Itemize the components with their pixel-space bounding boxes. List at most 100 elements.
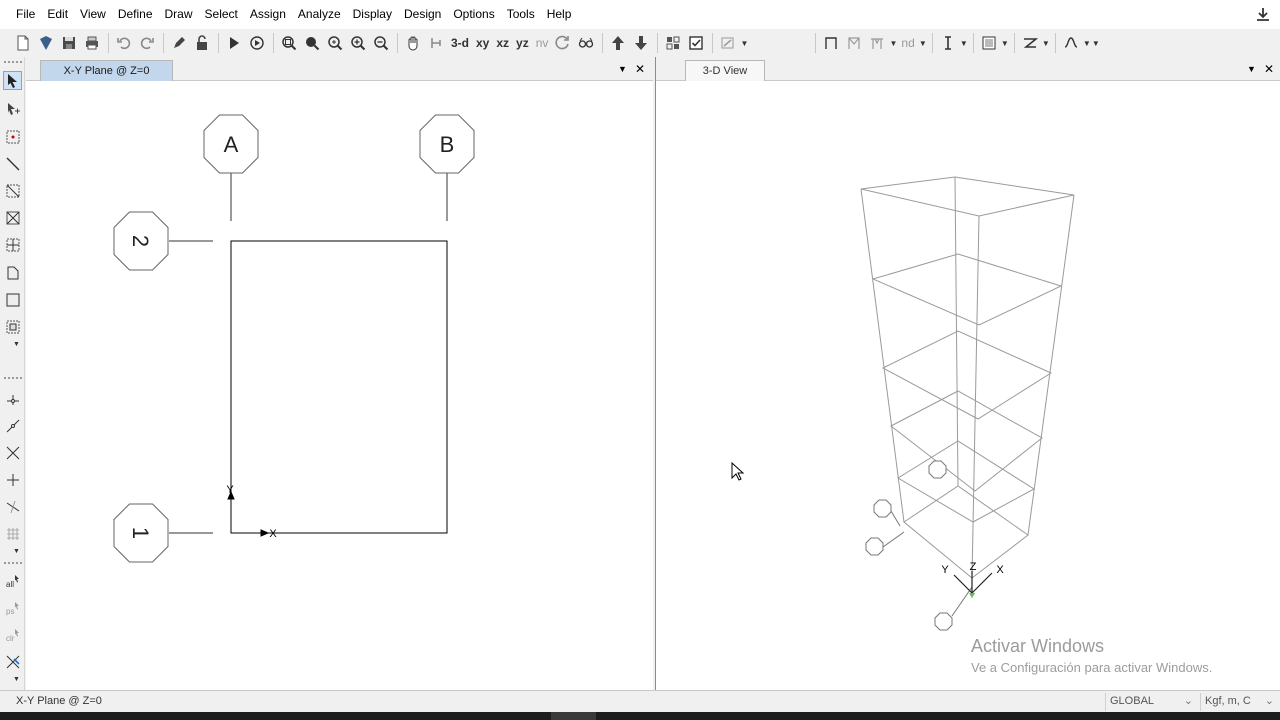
lock-icon[interactable]	[191, 32, 213, 54]
pan-icon[interactable]	[402, 32, 424, 54]
menu-help[interactable]: Help	[541, 0, 578, 29]
menu-select[interactable]: Select	[199, 0, 244, 29]
view-xz-button[interactable]: xz	[493, 32, 512, 54]
zoom-in-icon[interactable]	[347, 32, 369, 54]
zoom-previous-icon[interactable]	[324, 32, 346, 54]
nd-button[interactable]: nd	[898, 32, 917, 54]
draw-joint-icon[interactable]	[3, 127, 22, 146]
perspective-icon[interactable]	[575, 32, 597, 54]
display-icon[interactable]	[978, 32, 1000, 54]
print-icon[interactable]	[81, 32, 103, 54]
left-tool-strip: ▼ ▼ all ps clr ▼	[0, 57, 25, 690]
grid-bubble-b[interactable]: B	[419, 114, 475, 174]
toolbar-overflow[interactable]: ▼	[1092, 32, 1100, 54]
draw-wall-icon[interactable]	[3, 235, 22, 254]
run-analysis-icon[interactable]	[223, 32, 245, 54]
snap-extension-icon[interactable]	[3, 497, 22, 516]
menu-assign[interactable]: Assign	[244, 0, 292, 29]
undo-icon[interactable]	[113, 32, 135, 54]
move-up-icon[interactable]	[607, 32, 629, 54]
menu-file[interactable]: File	[10, 0, 41, 29]
tab-list-dropdown[interactable]: ▼	[618, 64, 627, 74]
units-select[interactable]: Kgf, m, C ⌄	[1200, 693, 1278, 711]
snap-intersection-icon[interactable]	[3, 443, 22, 462]
spline-icon[interactable]	[1060, 32, 1082, 54]
redo-icon[interactable]	[136, 32, 158, 54]
toolbar-separator	[163, 33, 164, 53]
draw-rect-area-icon[interactable]	[3, 290, 22, 309]
draw-dropdown[interactable]: ▼	[889, 32, 897, 54]
menu-options[interactable]: Options	[447, 0, 500, 29]
draw-brace-icon[interactable]	[3, 181, 22, 200]
grid-bubble-2[interactable]: 2	[113, 211, 169, 271]
snap-joint-icon[interactable]	[3, 389, 22, 408]
menu-edit[interactable]: Edit	[41, 0, 74, 29]
toolbar-separator	[1054, 33, 1056, 53]
restore-view-icon[interactable]	[301, 32, 323, 54]
snap-more-arrow[interactable]: ▼	[13, 548, 20, 555]
view-nv-button[interactable]: nv	[533, 32, 552, 54]
draw-cross-brace-icon[interactable]	[3, 208, 22, 227]
draw-area-icon[interactable]	[3, 263, 22, 282]
section-icon[interactable]	[1019, 32, 1041, 54]
download-icon[interactable]	[1254, 6, 1272, 24]
draw-line-icon[interactable]	[3, 154, 22, 173]
menu-display[interactable]: Display	[347, 0, 398, 29]
plan-canvas[interactable]: A B 2 1 Y X	[26, 81, 653, 690]
close-icon[interactable]: ✕	[635, 62, 645, 76]
view-3d-button[interactable]: 3-d	[448, 32, 472, 54]
grid-bubble-1[interactable]: 1	[113, 503, 169, 563]
snap-line-icon[interactable]	[3, 416, 22, 435]
open-icon[interactable]	[35, 32, 57, 54]
tab-plan-view[interactable]: X-Y Plane @ Z=0	[40, 60, 173, 81]
zoom-window-icon[interactable]	[278, 32, 300, 54]
new-file-icon[interactable]	[12, 32, 34, 54]
move-down-icon[interactable]	[630, 32, 652, 54]
display-dropdown[interactable]: ▼	[1001, 32, 1009, 54]
save-icon[interactable]	[58, 32, 80, 54]
draw-beam-icon[interactable]	[866, 32, 888, 54]
view-xy-button[interactable]: xy	[473, 32, 492, 54]
view-yz-button[interactable]: yz	[513, 32, 532, 54]
spline-dropdown[interactable]: ▼	[1083, 32, 1091, 54]
select-text-icon[interactable]	[937, 32, 959, 54]
draw-braces-icon[interactable]	[843, 32, 865, 54]
rotate-icon[interactable]	[552, 32, 574, 54]
options-dropdown[interactable]: ▼	[740, 32, 748, 54]
3d-canvas[interactable]: Y Z X	[656, 81, 1280, 690]
draw-frame-icon[interactable]	[820, 32, 842, 54]
menu-design[interactable]: Design	[398, 0, 447, 29]
menu-view[interactable]: View	[74, 0, 112, 29]
tab-list-dropdown[interactable]: ▼	[1247, 64, 1256, 74]
close-icon[interactable]: ✕	[1264, 62, 1274, 76]
menu-define[interactable]: Define	[112, 0, 159, 29]
object-shrink-icon[interactable]	[662, 32, 684, 54]
coord-system-select[interactable]: GLOBAL ⌄	[1105, 693, 1197, 711]
select-all-icon[interactable]: all	[3, 571, 22, 590]
options-icon[interactable]	[717, 32, 739, 54]
menu-draw[interactable]: Draw	[159, 0, 199, 29]
menu-analyze[interactable]: Analyze	[292, 0, 347, 29]
nd-dropdown[interactable]: ▼	[919, 32, 927, 54]
select-more-arrow[interactable]: ▼	[13, 676, 20, 683]
rubber-band-icon[interactable]	[425, 32, 447, 54]
zoom-out-icon[interactable]	[370, 32, 392, 54]
set-display-icon[interactable]	[685, 32, 707, 54]
clear-selection-icon[interactable]: clr	[3, 625, 22, 644]
menu-tools[interactable]: Tools	[501, 0, 541, 29]
select-dropdown[interactable]: ▼	[960, 32, 968, 54]
taskbar-active-app[interactable]	[551, 712, 596, 720]
grid-bubble-a[interactable]: A	[203, 114, 259, 174]
snap-perpendicular-icon[interactable]	[3, 470, 22, 489]
edit-pencil-icon[interactable]	[168, 32, 190, 54]
tools-more-arrow[interactable]: ▼	[13, 341, 20, 348]
animate-icon[interactable]	[246, 32, 268, 54]
quick-draw-area-icon[interactable]	[3, 317, 22, 336]
tab-3d-view[interactable]: 3-D View	[685, 60, 765, 81]
intersecting-line-select-icon[interactable]	[3, 652, 22, 671]
section-dropdown[interactable]: ▼	[1042, 32, 1050, 54]
reshape-icon[interactable]	[3, 99, 22, 118]
snap-grid-icon[interactable]	[3, 524, 22, 543]
select-previous-icon[interactable]: ps	[3, 598, 22, 617]
pointer-select-icon[interactable]	[3, 71, 22, 90]
